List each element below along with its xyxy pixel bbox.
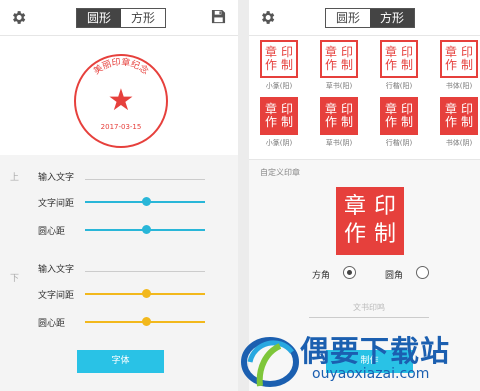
row-label: 输入文字	[38, 173, 75, 183]
style-tile-book-yang[interactable]: 章印作制	[440, 40, 478, 78]
shape-toggle: 圆形 方形	[76, 8, 166, 28]
input-underline	[309, 317, 429, 318]
style-tile-running-yang[interactable]: 章印作制	[380, 40, 418, 78]
round-corner-radio[interactable]	[416, 266, 429, 279]
tab-circle[interactable]: 圆形	[326, 9, 370, 27]
top-text-input[interactable]	[85, 179, 205, 180]
section-bottom-label: 下	[10, 274, 20, 284]
stamp-top-text: 美丽印章纪念	[91, 56, 151, 77]
row-label: 文字间距	[38, 291, 75, 301]
gear-icon[interactable]	[259, 9, 276, 26]
tab-circle[interactable]: 圆形	[77, 9, 121, 27]
save-icon[interactable]	[211, 9, 226, 24]
option-round-corner-label: 圆角	[385, 271, 404, 281]
style-tile-small-seal-yin[interactable]: 章印作制	[260, 97, 298, 135]
top-radius-knob[interactable]	[142, 225, 151, 234]
circle-stamp-panel: 圆形 方形 美丽印章纪念 ★ 2017-03-15 上 输入文字 文字间距 圆心…	[0, 0, 238, 391]
stamp-preview: 美丽印章纪念 ★ 2017-03-15	[0, 37, 238, 155]
section-top-label: 上	[10, 173, 20, 183]
shape-toggle: 圆形 方形	[325, 8, 415, 28]
gear-icon[interactable]	[10, 9, 27, 26]
tile-caption: 行楷(阳)	[385, 82, 413, 90]
top-bar: 圆形 方形	[249, 0, 480, 36]
top-bar: 圆形 方形	[0, 0, 238, 36]
square-corner-radio[interactable]	[343, 266, 356, 279]
row-label: 文字间距	[38, 199, 75, 209]
style-tile-small-seal-yang[interactable]: 章印作制	[260, 40, 298, 78]
site-logo-icon	[241, 337, 299, 387]
tile-caption: 草书(阴)	[325, 139, 353, 147]
stamp-date: 2017-03-15	[101, 123, 142, 131]
stamp-star-icon: ★	[108, 83, 135, 118]
site-watermark: 偶要下载站 ouyaoxiazai.com	[238, 328, 480, 391]
row-label: 圆心距	[38, 319, 66, 329]
style-tile-cursive-yin[interactable]: 章印作制	[320, 97, 358, 135]
top-spacing-knob[interactable]	[142, 197, 151, 206]
tab-square[interactable]: 方形	[370, 9, 414, 27]
style-tile-book-yin[interactable]: 章印作制	[440, 97, 478, 135]
tile-caption: 小篆(阳)	[265, 82, 293, 90]
site-url: ouyaoxiazai.com	[312, 366, 430, 382]
bottom-spacing-knob[interactable]	[142, 289, 151, 298]
style-tile-running-yin[interactable]: 章印作制	[380, 97, 418, 135]
tab-square[interactable]: 方形	[121, 9, 165, 27]
option-square-corner-label: 方角	[312, 271, 331, 281]
tile-caption: 小篆(阴)	[265, 139, 293, 147]
tile-caption: 行楷(阴)	[385, 139, 413, 147]
bottom-text-input[interactable]	[85, 271, 205, 272]
tile-caption: 书体(阴)	[445, 139, 473, 147]
row-label: 圆心距	[38, 227, 66, 237]
font-button[interactable]: 字体	[77, 350, 164, 373]
site-title: 偶要下载站	[300, 334, 451, 368]
custom-stamp-title: 自定义印章	[260, 168, 300, 177]
bottom-radius-knob[interactable]	[142, 317, 151, 326]
tile-caption: 书体(阳)	[445, 82, 473, 90]
style-tile-cursive-yang[interactable]: 章印作制	[320, 40, 358, 78]
custom-stamp-preview: 章印作制	[336, 187, 404, 255]
row-label: 输入文字	[38, 265, 75, 275]
stamp-text-input[interactable]: 文书印鸣	[309, 302, 429, 313]
tile-caption: 草书(阳)	[325, 82, 353, 90]
